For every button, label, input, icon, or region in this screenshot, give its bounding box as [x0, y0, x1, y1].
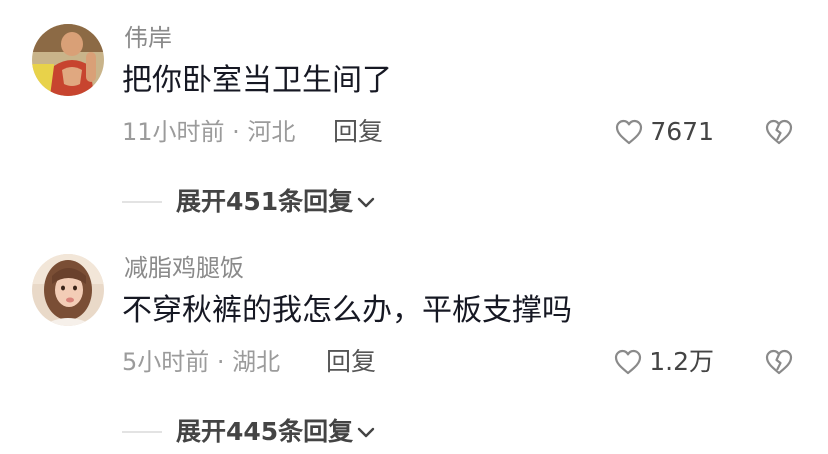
reply-button[interactable]: 回复 — [333, 115, 383, 149]
comment-item: 减脂鸡腿饭 不穿秋裤的我怎么办，平板支撑吗 5小时前 · 湖北 回复 1.2万 — [0, 230, 828, 454]
avatar-image — [32, 254, 104, 326]
dislike-button[interactable] — [764, 118, 794, 146]
comment-username[interactable]: 伟岸 — [124, 22, 172, 54]
chevron-down-icon — [355, 191, 377, 213]
expand-replies-label: 展开451条回复 — [176, 187, 354, 216]
avatar-image — [32, 24, 104, 96]
comment-item: 伟岸 把你卧室当卫生间了 11小时前 · 河北 回复 7671 展开451条回复 — [0, 0, 828, 230]
like-count: 1.2万 — [649, 347, 714, 376]
heart-outline-icon — [614, 118, 644, 146]
comment-text: 把你卧室当卫生间了 — [122, 63, 392, 98]
divider-line — [122, 431, 162, 433]
reply-button[interactable]: 回复 — [326, 345, 376, 379]
avatar[interactable] — [32, 254, 104, 326]
dislike-button[interactable] — [764, 348, 794, 376]
comment-username[interactable]: 减脂鸡腿饭 — [124, 252, 244, 284]
avatar[interactable] — [32, 24, 104, 96]
expand-replies: 展开445条回复 — [122, 414, 377, 450]
comment-meta: 5小时前 · 湖北 — [122, 348, 281, 376]
like-button[interactable]: 1.2万 — [613, 344, 714, 380]
divider-line — [122, 201, 162, 203]
comment-text: 不穿秋裤的我怎么办，平板支撑吗 — [122, 293, 572, 328]
expand-replies: 展开451条回复 — [122, 184, 377, 220]
broken-heart-icon — [764, 348, 794, 376]
chevron-down-icon — [355, 421, 377, 443]
heart-outline-icon — [613, 348, 643, 376]
comment-meta: 11小时前 · 河北 — [122, 118, 296, 146]
like-button[interactable]: 7671 — [614, 114, 714, 150]
broken-heart-icon — [764, 118, 794, 146]
expand-replies-label: 展开445条回复 — [176, 417, 354, 446]
comment-list: 伟岸 把你卧室当卫生间了 11小时前 · 河北 回复 7671 展开451条回复… — [0, 0, 828, 454]
like-count: 7671 — [650, 117, 714, 146]
expand-replies-button[interactable]: 展开445条回复 — [176, 415, 377, 449]
expand-replies-button[interactable]: 展开451条回复 — [176, 185, 377, 219]
